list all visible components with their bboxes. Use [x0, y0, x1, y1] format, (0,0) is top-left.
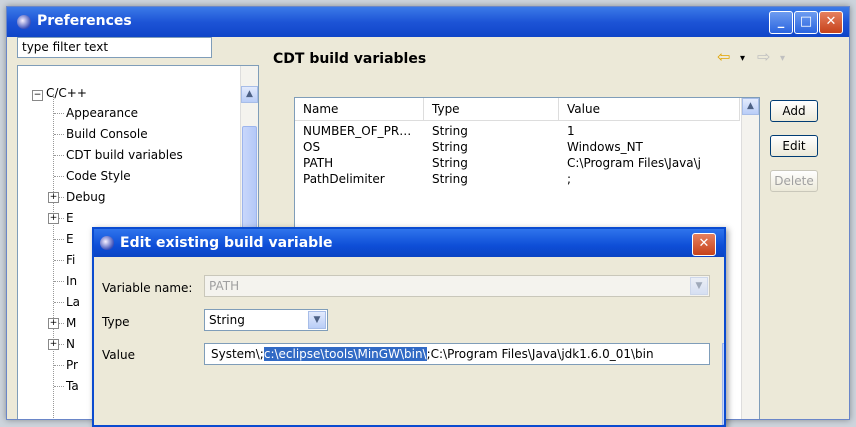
tree-item[interactable]: Fi	[66, 251, 75, 269]
value-text-before: System\;	[211, 347, 264, 361]
close-button[interactable]: ✕	[819, 11, 843, 34]
table-cell: C:\Program Files\Java\j	[567, 156, 702, 170]
table-cell: ;	[567, 172, 572, 186]
tree-item[interactable]: La	[66, 293, 80, 311]
page-title: CDT build variables	[273, 51, 427, 67]
type-label: Type	[102, 315, 130, 329]
tree-item[interactable]: E	[66, 209, 74, 227]
value-field[interactable]: System\;c:\eclipse\tools\MinGW\bin\;C:\P…	[204, 343, 710, 365]
value-text-after: ;C:\Program Files\Java\jdk1.6.0_01\bin	[426, 347, 654, 361]
dialog-title: Edit existing build variable	[120, 235, 333, 251]
table-cell: PATH	[303, 156, 334, 170]
table-scrollbar[interactable]: ▲	[741, 98, 759, 419]
table-cell: PathDelimiter	[303, 172, 385, 186]
chevron-down-icon[interactable]: ▼	[308, 311, 326, 329]
value-label: Value	[102, 348, 135, 362]
forward-dropdown-icon: ▾	[780, 53, 786, 64]
table-cell: NUMBER_OF_PR…	[303, 124, 412, 138]
chevron-down-icon: ▼	[690, 277, 708, 295]
expand-toggle[interactable]: +	[48, 339, 59, 350]
tree-item[interactable]: Pr	[66, 356, 78, 374]
eclipse-icon	[17, 15, 31, 29]
collapse-toggle[interactable]: −	[32, 90, 43, 101]
table-cell: String	[432, 172, 468, 186]
back-arrow-icon[interactable]: ⇦	[717, 47, 730, 66]
column-header-name[interactable]: Name	[295, 98, 424, 121]
table-cell: String	[432, 124, 468, 138]
tree-item[interactable]: E	[66, 230, 74, 248]
type-select[interactable]: String ▼	[204, 309, 328, 331]
tree-item[interactable]: Debug	[66, 188, 105, 206]
expand-toggle[interactable]: +	[48, 213, 59, 224]
tree-item[interactable]: CDT build variables	[66, 146, 183, 164]
dialog-scroll-thumb[interactable]	[722, 343, 724, 425]
expand-toggle[interactable]: +	[48, 318, 59, 329]
column-header-value[interactable]: Value	[559, 98, 740, 121]
minimize-button[interactable]: _	[769, 11, 793, 34]
dialog-close-button[interactable]: ✕	[692, 233, 716, 256]
tree-item[interactable]: Appearance	[66, 104, 138, 122]
edit-variable-dialog: Edit existing build variable ✕ Variable …	[92, 227, 726, 427]
edit-button[interactable]: Edit	[770, 135, 818, 157]
expand-toggle[interactable]: +	[48, 192, 59, 203]
scroll-up-icon[interactable]: ▲	[241, 86, 258, 103]
maximize-button[interactable]: □	[794, 11, 818, 34]
tree-item[interactable]: Build Console	[66, 125, 148, 143]
forward-arrow-icon: ⇨	[757, 47, 771, 66]
back-dropdown-icon[interactable]: ▾	[740, 53, 745, 64]
filter-input[interactable]: type filter text	[17, 37, 212, 58]
tree-item[interactable]: In	[66, 272, 77, 290]
window-title: Preferences	[37, 13, 132, 29]
tree-item[interactable]: N	[66, 335, 75, 353]
value-text-selected: c:\eclipse\tools\MinGW\bin\	[263, 347, 427, 361]
eclipse-icon	[100, 236, 114, 250]
tree-item[interactable]: M	[66, 314, 76, 332]
table-cell: OS	[303, 140, 321, 154]
delete-button: Delete	[770, 170, 818, 192]
variable-name-label: Variable name:	[102, 281, 193, 295]
add-button[interactable]: Add	[770, 100, 818, 122]
tree-item[interactable]: Ta	[66, 377, 79, 395]
table-cell: String	[432, 156, 468, 170]
dialog-titlebar[interactable]: Edit existing build variable ✕	[94, 229, 724, 257]
table-cell: String	[432, 140, 468, 154]
window-titlebar[interactable]: Preferences _ □ ✕	[7, 7, 849, 37]
tree-item[interactable]: Code Style	[66, 167, 131, 185]
column-header-type[interactable]: Type	[424, 98, 559, 121]
table-cell: 1	[567, 124, 575, 138]
variable-name-field: PATH ▼	[204, 275, 710, 297]
table-cell: Windows_NT	[567, 140, 643, 154]
scroll-up-icon[interactable]: ▲	[742, 98, 759, 115]
